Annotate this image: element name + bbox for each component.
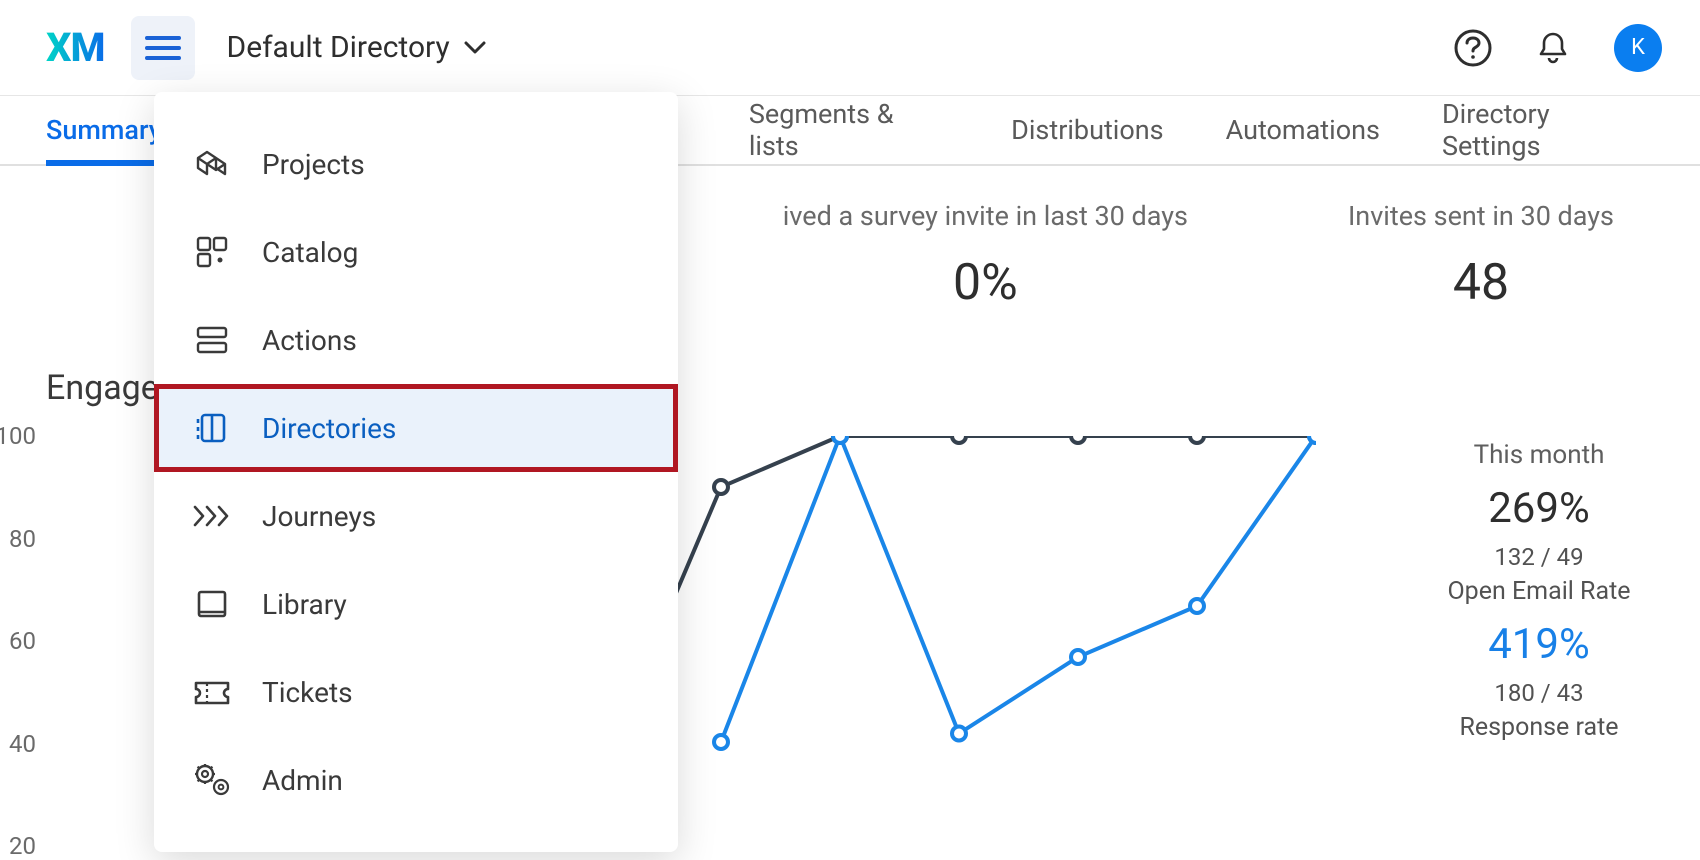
tab-automations[interactable]: Automations <box>1226 96 1380 164</box>
response-rate-frac: 180 / 43 <box>1424 679 1654 707</box>
nav-item-label: Directories <box>262 412 396 445</box>
admin-icon <box>192 760 232 800</box>
nav-item-label: Library <box>262 588 347 621</box>
open-rate-frac: 132 / 49 <box>1424 543 1654 571</box>
y-tick: 80 <box>0 525 36 553</box>
main-nav-menu: Projects Catalog Actions Directories Jou… <box>154 92 678 852</box>
library-icon <box>192 584 232 624</box>
stat-invites-sent: Invites sent in 30 days 48 <box>1348 200 1614 312</box>
avatar[interactable]: K <box>1614 24 1662 72</box>
avatar-initial: K <box>1631 35 1645 60</box>
nav-item-label: Actions <box>262 324 357 357</box>
open-rate-label: Open Email Rate <box>1424 577 1654 606</box>
notifications-button[interactable] <box>1534 29 1572 67</box>
period-label: This month <box>1424 440 1654 470</box>
help-button[interactable] <box>1454 29 1492 67</box>
stat-value: 0% <box>783 254 1188 312</box>
chevron-down-icon <box>464 41 486 55</box>
nav-item-label: Catalog <box>262 236 358 269</box>
nav-item-label: Projects <box>262 148 365 181</box>
tab-summary[interactable]: Summary <box>46 96 162 164</box>
catalog-icon <box>192 232 232 272</box>
response-rate-pct: 419% <box>1424 620 1654 669</box>
nav-item-journeys[interactable]: Journeys <box>154 472 678 560</box>
stat-label: ived a survey invite in last 30 days <box>783 200 1188 232</box>
nav-item-label: Admin <box>262 764 343 797</box>
open-rate-pct: 269% <box>1424 484 1654 533</box>
nav-item-projects[interactable]: Projects <box>154 120 678 208</box>
nav-item-catalog[interactable]: Catalog <box>154 208 678 296</box>
nav-item-library[interactable]: Library <box>154 560 678 648</box>
nav-item-label: Tickets <box>262 676 353 709</box>
journeys-icon <box>192 496 232 536</box>
y-tick: 60 <box>0 627 36 655</box>
actions-icon <box>192 320 232 360</box>
bell-icon <box>1535 30 1571 66</box>
topbar: XM Default Directory K <box>0 0 1700 96</box>
directories-icon <box>192 408 232 448</box>
main-menu-button[interactable] <box>131 16 195 80</box>
right-stats: This month 269% 132 / 49 Open Email Rate… <box>1424 436 1654 846</box>
stat-survey-invite: ived a survey invite in last 30 days 0% <box>783 200 1188 312</box>
nav-item-admin[interactable]: Admin <box>154 736 678 824</box>
tab-directory-settings[interactable]: Directory Settings <box>1442 96 1654 164</box>
response-rate-label: Response rate <box>1424 713 1654 742</box>
y-axis-ticks: 100 80 60 40 20 <box>46 436 126 846</box>
nav-item-tickets[interactable]: Tickets <box>154 648 678 736</box>
logo: XM <box>46 24 105 71</box>
y-tick: 40 <box>0 730 36 758</box>
stat-label: Invites sent in 30 days <box>1348 200 1614 232</box>
hamburger-icon <box>145 34 181 62</box>
tickets-icon <box>192 672 232 712</box>
nav-item-actions[interactable]: Actions <box>154 296 678 384</box>
nav-item-directories[interactable]: Directories <box>154 384 678 472</box>
directory-name: Default Directory <box>227 30 450 65</box>
tab-segments-lists[interactable]: Segments & lists <box>749 96 949 164</box>
nav-item-label: Journeys <box>262 500 376 533</box>
help-icon <box>1454 29 1492 67</box>
directory-selector[interactable]: Default Directory <box>227 30 486 65</box>
projects-icon <box>192 144 232 184</box>
tab-distributions[interactable]: Distributions <box>1011 96 1163 164</box>
stat-value: 48 <box>1348 254 1614 312</box>
y-tick: 100 <box>0 422 36 450</box>
y-tick: 20 <box>0 832 36 860</box>
